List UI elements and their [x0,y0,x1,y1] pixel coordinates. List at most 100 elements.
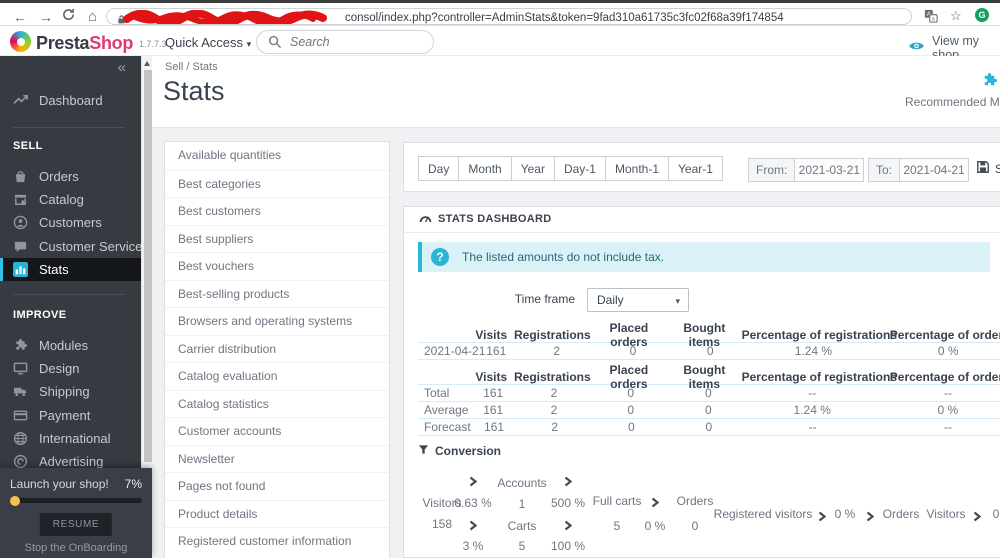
version-label: 1.7.7.3 [139,39,167,49]
stats-nav-item[interactable]: Catalog evaluation [165,362,389,390]
range-month-button[interactable]: Month [458,156,512,181]
to-label: To: [868,158,901,182]
breadcrumb-parent[interactable]: Sell [165,61,183,73]
sidebar-item-stats[interactable]: Stats [0,258,141,281]
sidebar-item-dashboard[interactable]: Dashboard [0,89,141,112]
sidebar-item-label: Shipping [39,384,90,399]
funnel-registered-visitors-label: Registered visitors [713,507,813,521]
stats-nav-item[interactable]: Available quantities [165,142,389,170]
quick-access-menu[interactable]: Quick Access ▾ [165,35,251,50]
stats-nav-card: Available quantities Best categories Bes… [164,141,390,558]
funnel-visitors-to-accounts-rate: 0.63 % [454,496,492,510]
sidebar-item-label: Customer Service [39,239,143,254]
funnel-orders-label: Orders [676,494,714,508]
prestashop-wordmark: PrestaShop [36,33,134,53]
sidebar-item-design[interactable]: Design [0,357,141,380]
stats-nav-item[interactable]: Catalog statistics [165,389,389,418]
prestashop-logo[interactable]: PrestaShop [10,30,160,54]
browser-toolbar: ← → ⌂ consol/index.php?controller=AdminS… [0,3,1000,26]
range-day-button[interactable]: Day [418,156,460,181]
page-title: Stats [163,76,225,106]
stats-nav-item[interactable]: Best-selling products [165,279,389,308]
stats-nav-item[interactable]: Best customers [165,197,389,225]
advertising-icon [13,454,28,469]
sidebar-section-sell: SELL [13,140,43,152]
puzzle-icon[interactable] [981,72,998,94]
summary-stats-table: Visits Registrations Placed orders Bough… [418,363,1000,436]
gauge-icon [419,210,432,228]
address-bar[interactable]: consol/index.php?controller=AdminStats&t… [106,8,912,25]
sidebar-item-catalog[interactable]: Catalog [0,188,141,211]
onboarding-panel: Launch your shop! 7% RESUME Stop the OnB… [0,468,152,558]
sidebar-divider [13,294,125,295]
chevron-right-icon [564,518,573,536]
stats-nav-item[interactable]: Carrier distribution [165,334,389,363]
international-icon [13,431,28,446]
sidebar-item-modules[interactable]: Modules [0,334,141,357]
design-icon [13,361,28,376]
range-month-1-button[interactable]: Month-1 [604,156,669,181]
stats-nav-item[interactable]: Product details [165,499,389,528]
range-year-button[interactable]: Year [510,156,555,181]
range-year-1-button[interactable]: Year-1 [668,156,723,181]
scrollbar-thumb[interactable] [143,70,152,462]
stats-nav-item[interactable]: Customer accounts [165,417,389,445]
shipping-icon [13,384,28,399]
eye-icon [908,39,925,57]
table-row: Total 161 2 0 0 -- -- [418,385,1000,402]
sidebar-item-international[interactable]: International [0,427,141,450]
modules-icon [13,338,28,353]
sidebar-item-payment[interactable]: Payment [0,404,141,427]
reload-icon[interactable] [62,8,75,23]
scrollbar-track[interactable] [141,56,152,468]
stats-nav-item[interactable]: Pages not found [165,472,389,500]
sidebar-item-customers[interactable]: Customers [0,211,141,234]
onboarding-progress-knob [10,495,20,506]
recommended-modules-button[interactable]: Recommended Modules [905,95,1000,109]
collapse-sidebar-icon[interactable]: « [118,59,126,76]
sidebar-section-improve: IMPROVE [13,309,67,321]
stats-nav-item[interactable]: Registered customer information [165,527,389,555]
time-frame-select[interactable]: Daily ▾ [587,288,689,312]
sidebar-item-label: Orders [39,169,79,184]
funnel-accounts-value: 1 [518,497,526,511]
stop-onboarding-link[interactable]: Stop the OnBoarding [0,542,152,554]
funnel-registered-orders-label: Orders [882,507,920,521]
sidebar-item-shipping[interactable]: Shipping [0,380,141,403]
screen: ← → ⌂ consol/index.php?controller=AdminS… [0,0,1000,558]
date-to-group: To: [868,158,970,182]
stats-nav-item[interactable]: Best categories [165,169,389,198]
from-date-input[interactable] [794,158,865,182]
sidebar-item-customer-service[interactable]: Customer Service [0,235,143,258]
resume-button[interactable]: RESUME [39,513,113,536]
stats-nav-item[interactable]: Best suppliers [165,224,389,253]
bookmark-star-icon[interactable]: ☆ [950,9,962,22]
stats-nav-item[interactable]: Browsers and operating systems [165,307,389,335]
forward-icon[interactable]: → [39,10,53,24]
save-button[interactable]: Save [976,160,1000,177]
back-icon[interactable]: ← [13,10,27,24]
search-input[interactable] [290,33,426,51]
to-date-input[interactable] [899,158,970,182]
catalog-icon [13,192,28,207]
stats-nav-item[interactable]: Best vouchers [165,252,389,280]
browser-extension-icon[interactable]: G [975,8,989,22]
sidebar-item-label: International [39,431,111,446]
range-day-1-button[interactable]: Day-1 [553,156,606,181]
stats-nav-item[interactable]: Newsletter [165,444,389,473]
from-label: From: [748,158,796,182]
scrollbar-up-icon[interactable] [144,61,150,66]
stats-icon [13,262,28,277]
funnel-visitors2-value: 0 [992,507,1000,521]
customers-icon [13,215,28,230]
funnel-visitors-to-carts-rate: 3 % [462,539,484,553]
funnel-icon [418,444,429,458]
sidebar-item-orders[interactable]: Orders [0,165,141,188]
funnel-visitors-value: 158 [431,517,453,531]
customer-service-icon [13,239,28,254]
onboarding-percent: 7% [124,477,142,491]
dashboard-icon [13,93,28,108]
header-search [256,30,434,54]
home-icon[interactable]: ⌂ [88,9,97,24]
funnel-visitors2-label: Visitors [926,507,966,521]
